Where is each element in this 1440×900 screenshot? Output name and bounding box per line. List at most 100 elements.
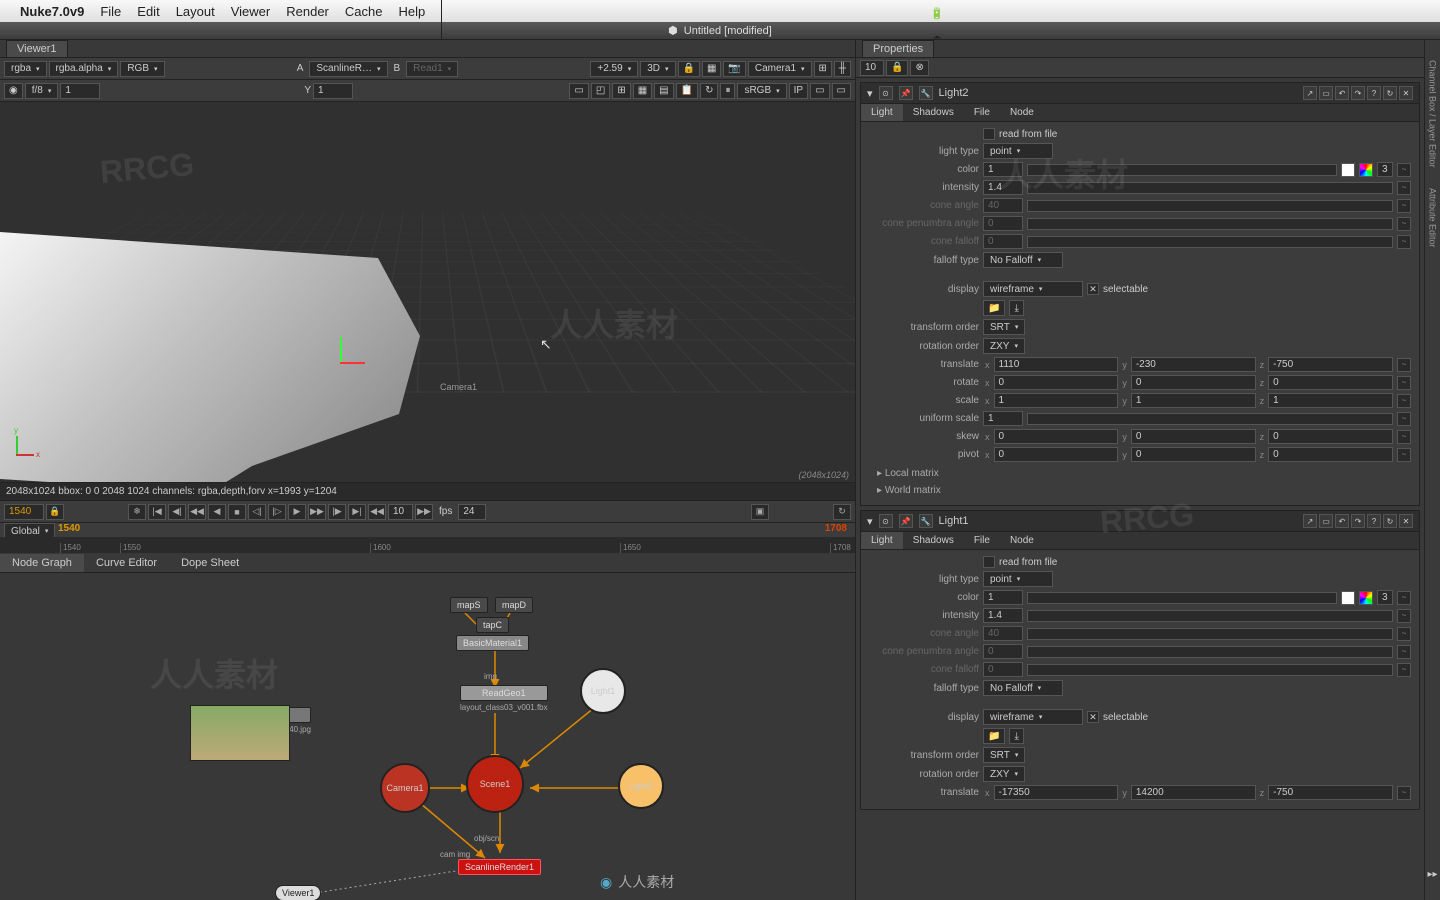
- menu-edit[interactable]: Edit: [137, 4, 159, 19]
- expand-icon[interactable]: ▸▸: [1427, 869, 1437, 880]
- falloff-type[interactable]: No Falloff: [983, 252, 1063, 268]
- ffwd-icon[interactable]: ▶▶: [308, 504, 326, 520]
- anim-icon[interactable]: ~: [1397, 430, 1411, 444]
- menu-help[interactable]: Help: [398, 4, 425, 19]
- node-graph[interactable]: mapS mapD tapC BasicMaterial1 img ReadGe…: [0, 573, 855, 900]
- collapse-icon[interactable]: ▾: [867, 515, 873, 528]
- i7[interactable]: ▭: [810, 83, 829, 99]
- ext-icon[interactable]: ↗: [1303, 86, 1317, 100]
- fps-input[interactable]: 24: [458, 504, 486, 520]
- intensity-value[interactable]: 1.4: [983, 180, 1023, 195]
- anim-icon[interactable]: ~: [1397, 358, 1411, 372]
- fstop-val[interactable]: 1: [60, 83, 100, 99]
- penumbra[interactable]: 0: [983, 216, 1023, 231]
- tool-icon[interactable]: ╫: [834, 61, 851, 77]
- anim-icon[interactable]: ~: [1397, 394, 1411, 408]
- h2[interactable]: ?: [1367, 86, 1381, 100]
- tab-curve-editor[interactable]: Curve Editor: [84, 554, 169, 572]
- anim-icon[interactable]: ~: [1397, 448, 1411, 462]
- i2[interactable]: ◰: [591, 83, 610, 99]
- local-matrix-toggle[interactable]: Local matrix: [869, 465, 1411, 482]
- in-point[interactable]: 1540: [58, 523, 80, 534]
- center-icon[interactable]: ⊙: [879, 86, 893, 100]
- frame-step[interactable]: 10: [388, 504, 413, 520]
- node-read-thumb[interactable]: [190, 705, 290, 761]
- app-name[interactable]: Nuke7.0v9: [20, 4, 84, 19]
- a-input[interactable]: ScanlineR…: [309, 61, 387, 77]
- collapse-icon[interactable]: ▾: [867, 87, 873, 100]
- display-mode[interactable]: wireframe: [983, 281, 1083, 297]
- falloff[interactable]: 0: [983, 234, 1023, 249]
- channel-select-2[interactable]: rgba.alpha: [49, 61, 119, 77]
- menu-render[interactable]: Render: [286, 4, 329, 19]
- pushpin-icon[interactable]: 📌: [899, 514, 913, 528]
- view-mode[interactable]: 3D: [640, 61, 675, 77]
- h3[interactable]: ↻: [1383, 86, 1397, 100]
- y-value[interactable]: 1: [313, 83, 353, 99]
- lock-icon[interactable]: 🔒: [886, 60, 908, 76]
- step-back-icon[interactable]: ◁|: [248, 504, 266, 520]
- rotation-order[interactable]: ZXY: [983, 338, 1025, 354]
- tab-node[interactable]: Node: [1000, 532, 1044, 549]
- node-scene[interactable]: Scene1: [466, 755, 524, 813]
- color-value[interactable]: 1: [983, 162, 1023, 177]
- lock-icon[interactable]: 🔒: [678, 61, 700, 77]
- light-type-select[interactable]: point: [983, 571, 1053, 587]
- tab-file[interactable]: File: [964, 104, 1000, 121]
- node-light2[interactable]: Light2: [618, 763, 664, 809]
- b-input[interactable]: Read1: [406, 61, 458, 77]
- anim-icon[interactable]: ~: [1397, 199, 1411, 213]
- anim-icon[interactable]: ~: [1397, 217, 1411, 231]
- loop-icon[interactable]: ↻: [833, 504, 851, 520]
- frame-input[interactable]: 1540: [4, 504, 44, 520]
- play-back-icon[interactable]: ◀: [208, 504, 226, 520]
- color-slider[interactable]: [1027, 164, 1337, 176]
- clear-icon[interactable]: ⊗: [910, 60, 928, 76]
- tab-light[interactable]: Light: [861, 532, 903, 549]
- ext-icon[interactable]: ↗: [1303, 514, 1317, 528]
- i6[interactable]: 📋: [676, 83, 698, 99]
- channel-select-3[interactable]: RGB: [120, 61, 164, 77]
- wrench-icon[interactable]: 🔧: [919, 514, 933, 528]
- wipe-icon[interactable]: ▦: [702, 61, 721, 77]
- menu-viewer[interactable]: Viewer: [231, 4, 271, 19]
- colorspace[interactable]: sRGB: [737, 83, 786, 99]
- node-readgeo[interactable]: ReadGeo1: [460, 685, 548, 701]
- undo-icon[interactable]: ↶: [1335, 86, 1349, 100]
- light-type-select[interactable]: point: [983, 143, 1053, 159]
- channel-select-1[interactable]: rgba: [4, 61, 47, 77]
- node-viewer[interactable]: Viewer1: [275, 885, 321, 900]
- color-swatch-white[interactable]: [1341, 591, 1355, 605]
- pushpin-icon[interactable]: 📌: [899, 86, 913, 100]
- sidebar-attribute-editor[interactable]: Attribute Editor: [1428, 188, 1438, 248]
- ty[interactable]: -230: [1131, 357, 1256, 372]
- redo-icon[interactable]: ↷: [1351, 86, 1365, 100]
- refresh-icon[interactable]: ↻: [700, 83, 718, 99]
- node-light1[interactable]: Light1: [580, 668, 626, 714]
- goto-last-icon[interactable]: ▶|: [348, 504, 366, 520]
- menu-layout[interactable]: Layout: [176, 4, 215, 19]
- node-scanline[interactable]: ScanlineRender1: [458, 859, 541, 875]
- wrench-icon[interactable]: 🔧: [919, 86, 933, 100]
- snowflake-icon[interactable]: ❄: [128, 504, 146, 520]
- node-maps[interactable]: mapS: [450, 597, 488, 613]
- menu-file[interactable]: File: [100, 4, 121, 19]
- camera-icon[interactable]: 📷: [723, 61, 745, 77]
- gizmo-icon[interactable]: [320, 342, 360, 382]
- tab-shadows[interactable]: Shadows: [903, 104, 964, 121]
- tz[interactable]: -750: [1268, 357, 1393, 372]
- tx[interactable]: 1110: [994, 357, 1119, 372]
- menu-cache[interactable]: Cache: [345, 4, 383, 19]
- uniform[interactable]: 1: [983, 411, 1023, 426]
- tab-node-graph[interactable]: Node Graph: [0, 554, 84, 572]
- sidebar-channel-box[interactable]: Channel Box / Layer Editor: [1428, 60, 1438, 168]
- i3[interactable]: ⊞: [612, 83, 630, 99]
- anim-icon[interactable]: ~: [1397, 376, 1411, 390]
- out-point[interactable]: 1708: [825, 523, 847, 534]
- import-icon[interactable]: ⤓: [1009, 728, 1023, 744]
- settings-icon[interactable]: ⊞: [814, 61, 832, 77]
- i5[interactable]: ▤: [654, 83, 673, 99]
- folder-icon[interactable]: 📁: [983, 728, 1005, 744]
- i4[interactable]: ▦: [633, 83, 652, 99]
- tab-shadows[interactable]: Shadows: [903, 532, 964, 549]
